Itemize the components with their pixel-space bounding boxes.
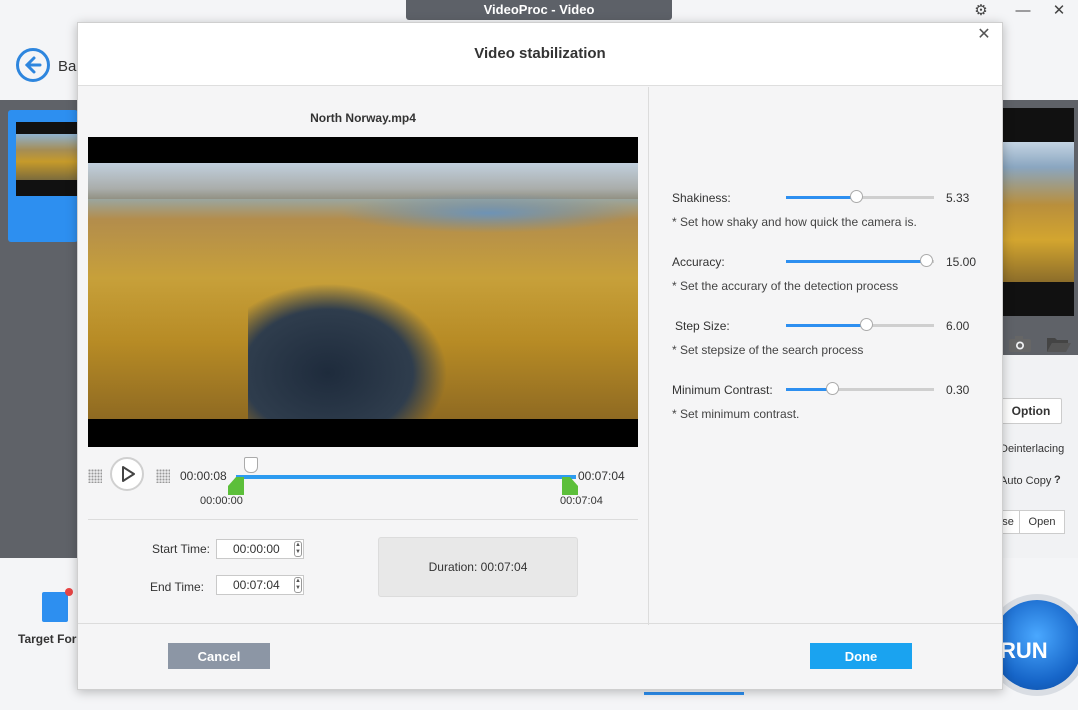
divider	[88, 519, 638, 520]
start-time-label: Start Time:	[151, 542, 210, 556]
current-time: 00:00:08	[180, 469, 227, 483]
video-thumbnail-card[interactable]	[8, 110, 78, 242]
trim-end-time: 00:07:04	[560, 495, 603, 507]
shakiness-slider[interactable]	[786, 190, 934, 203]
end-time-stepper[interactable]: ▲ ▼	[294, 577, 302, 593]
total-time: 00:07:04	[578, 469, 625, 483]
minimize-icon[interactable]: —	[1012, 2, 1034, 20]
done-button[interactable]: Done	[810, 643, 912, 669]
close-window-icon[interactable]: ✕	[1048, 2, 1070, 20]
accuracy-value: 15.00	[946, 255, 977, 269]
video-frame	[88, 163, 638, 419]
step-size-label: Step Size:	[675, 319, 730, 333]
minimum-contrast-slider[interactable]	[786, 382, 934, 395]
minimum-contrast-slider-knob[interactable]	[826, 382, 840, 395]
trim-start-handle[interactable]	[228, 477, 244, 495]
minimum-contrast-description: * Set minimum contrast.	[672, 407, 800, 421]
step-size-slider[interactable]	[786, 318, 934, 331]
start-time-value: 00:00:00	[233, 542, 280, 556]
open-button[interactable]: Open	[1019, 510, 1065, 534]
auto-copy-label[interactable]: Auto Copy	[1000, 475, 1051, 487]
help-mark[interactable]: ?	[1054, 474, 1061, 486]
grip-right-icon	[156, 469, 170, 483]
option-button[interactable]: Option	[1000, 398, 1062, 424]
shakiness-description: * Set how shaky and how quick the camera…	[672, 215, 917, 229]
duration-display: Duration: 00:07:04	[378, 537, 578, 597]
end-time-value: 00:07:04	[233, 578, 280, 592]
shakiness-slider-fill	[786, 196, 858, 199]
shakiness-value: 5.33	[946, 191, 970, 205]
accuracy-description: * Set the accurary of the detection proc…	[672, 279, 899, 293]
end-time-input[interactable]: 00:07:04 ▲ ▼	[216, 575, 304, 595]
dialog-header: Video stabilization ✕	[78, 23, 1002, 86]
open-folder-icon[interactable]	[1046, 335, 1072, 356]
snapshot-camera-icon[interactable]	[1008, 335, 1032, 356]
trim-start-time: 00:00:00	[200, 495, 243, 507]
playhead-handle[interactable]	[244, 457, 258, 473]
deinterlacing-label[interactable]: Deinterlacing	[1000, 443, 1064, 455]
step-size-description: * Set stepsize of the search process	[672, 343, 864, 357]
file-name: North Norway.mp4	[310, 111, 416, 125]
window-title: VideoProc - Video	[406, 0, 672, 20]
step-size-slider-fill	[786, 324, 868, 327]
timeline-track[interactable]	[236, 475, 576, 479]
shakiness-label: Shakiness:	[672, 191, 731, 205]
panel-divider	[648, 87, 649, 625]
start-time-input[interactable]: 00:00:00 ▲ ▼	[216, 539, 304, 559]
end-time-label: End Time:	[149, 580, 204, 594]
trim-end-handle[interactable]	[562, 477, 578, 495]
shakiness-slider-knob[interactable]	[850, 190, 864, 203]
back-arrow-icon[interactable]	[16, 48, 50, 82]
run-button-label[interactable]: RUN	[1000, 638, 1048, 664]
video-stabilization-dialog: Video stabilization ✕ North Norway.mp4 0…	[77, 22, 1003, 690]
settings-gear-icon[interactable]: ⚙	[970, 2, 992, 20]
close-icon[interactable]: ✕	[974, 25, 994, 45]
minimum-contrast-value: 0.30	[946, 383, 970, 397]
accuracy-label: Accuracy:	[672, 255, 725, 269]
active-tab-indicator	[644, 692, 744, 695]
play-button[interactable]	[110, 457, 144, 491]
minimum-contrast-label: Minimum Contrast:	[672, 383, 773, 397]
video-thumbnail	[16, 122, 78, 196]
target-format-label[interactable]: Target For	[18, 632, 76, 646]
step-size-value: 6.00	[946, 319, 970, 333]
accuracy-slider[interactable]	[786, 254, 934, 267]
step-size-slider-knob[interactable]	[860, 318, 874, 331]
dialog-title: Video stabilization	[474, 45, 606, 62]
start-time-stepper[interactable]: ▲ ▼	[294, 541, 302, 557]
grip-left-icon	[88, 469, 102, 483]
preview-pane	[1000, 108, 1074, 316]
bottom-tab-strip	[240, 688, 746, 703]
accuracy-slider-knob[interactable]	[919, 254, 933, 267]
cancel-button[interactable]: Cancel	[168, 643, 270, 669]
footer-divider	[78, 623, 1002, 624]
accuracy-slider-fill	[786, 260, 927, 263]
back-button-label[interactable]: Ba	[58, 58, 76, 75]
target-format-icon[interactable]	[42, 588, 73, 622]
video-preview	[88, 137, 638, 447]
